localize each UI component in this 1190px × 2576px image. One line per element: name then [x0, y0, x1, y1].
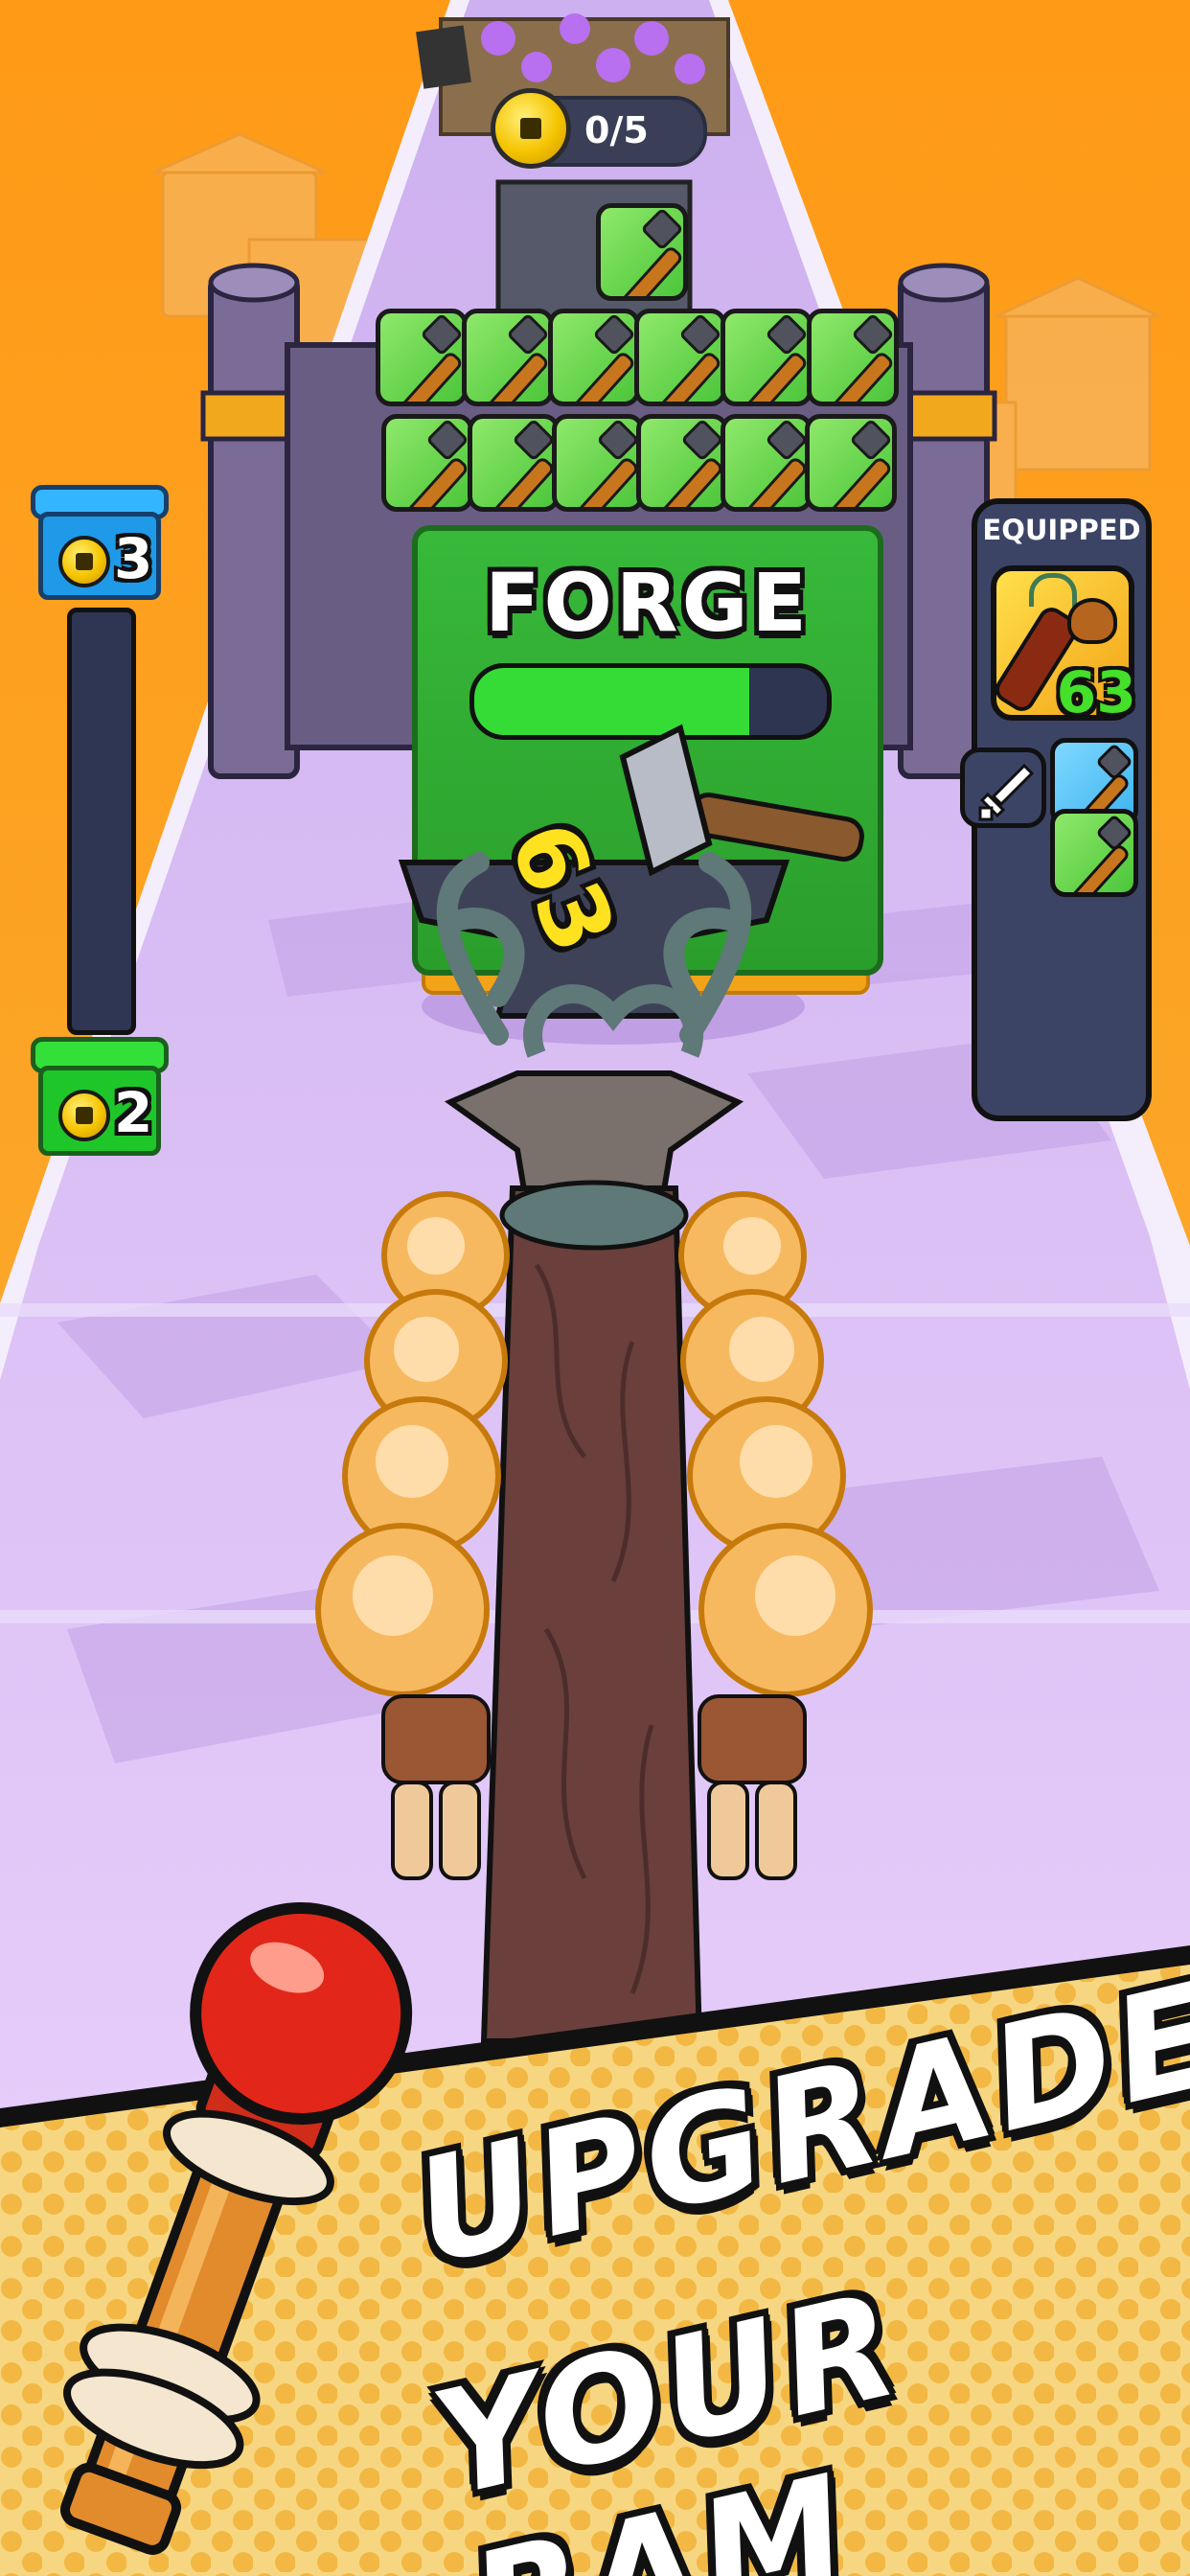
game-scene: 0/5 FORGE 63 3 2 EQUIPPED 63 UPGRADE YOU…	[0, 0, 1190, 2576]
